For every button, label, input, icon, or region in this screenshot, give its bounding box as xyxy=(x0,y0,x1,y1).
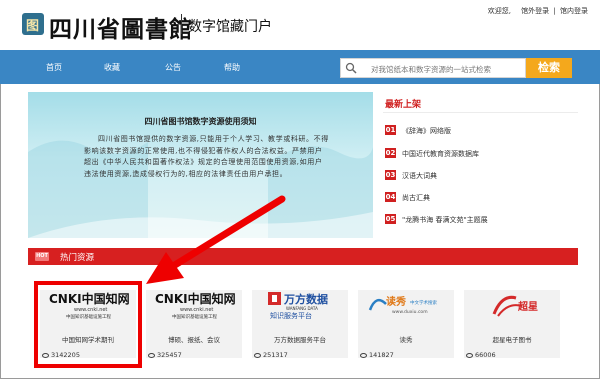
new-arrival-label: 尚古汇典 xyxy=(402,194,430,202)
item-number-badge: 05 xyxy=(385,214,396,224)
topbar-separator: | xyxy=(553,7,556,15)
resource-card-cnki-theses[interactable]: CNKI中国知网 www.cnki.net 中国知识基础设施工程 博硕、报纸、会… xyxy=(146,290,242,359)
resource-card-wanfang[interactable]: 万方数据 WANFANG DATA 知识服务平台 万方数据服务平台 251317 xyxy=(252,290,348,359)
cnki-logo-icon: CNKI中国知网 www.cnki.net 中国知识基础设施工程 xyxy=(155,291,236,320)
new-arrivals-divider xyxy=(383,112,578,113)
library-name[interactable]: 四川省圖書館 xyxy=(49,10,193,44)
item-number-badge: 02 xyxy=(385,148,396,158)
notice-title: 四川省图书馆数字资源使用须知 xyxy=(144,117,257,126)
top-user-bar: 欢迎您, 馆外登录 | 馆内登录 xyxy=(486,6,588,16)
highlight-box xyxy=(34,281,142,368)
external-login-link[interactable]: 馆外登录 xyxy=(521,7,549,15)
view-count: 141827 xyxy=(360,351,394,359)
item-number-badge: 01 xyxy=(385,125,396,135)
hot-resources-header: HOT 热门资源 xyxy=(28,248,578,265)
svg-text:WANFANG DATA: WANFANG DATA xyxy=(286,306,318,311)
nav-help[interactable]: 帮助 xyxy=(224,62,240,73)
new-arrival-label: 《辞海》网络版 xyxy=(402,127,451,135)
search-icon xyxy=(345,62,357,74)
header: 图 四川省圖書館 数字馆藏门户 欢迎您, 馆外登录 | 馆内登录 xyxy=(0,0,600,50)
resource-label: 万方数据服务平台 xyxy=(274,336,326,344)
new-arrivals-title: 最新上架 xyxy=(385,100,422,110)
duxiu-logo-icon: 读秀 中文学术搜索 www.duxiu.com xyxy=(368,295,437,315)
internal-login-link[interactable]: 馆内登录 xyxy=(560,7,588,15)
notice-body: 四川省图书馆提供的数字资源,只能用于个人学习、教学或科研。不得影响该数字资源的正… xyxy=(84,135,329,178)
usage-notice-banner: 四川省图书馆数字资源使用须知 四川省图书馆提供的数字资源,只能用于个人学习、教学… xyxy=(28,92,373,238)
resource-label: 博硕、报纸、会议 xyxy=(168,336,220,344)
hot-badge-icon: HOT xyxy=(35,252,49,261)
item-number-badge: 04 xyxy=(385,192,396,202)
svg-text:www.duxiu.com: www.duxiu.com xyxy=(392,309,428,315)
hot-resources-title: 热门资源 xyxy=(60,253,95,263)
portal-title: 数字馆藏门户 xyxy=(188,19,272,35)
resource-card-duxiu[interactable]: 读秀 中文学术搜索 www.duxiu.com 读秀 141827 xyxy=(358,290,454,359)
view-count: 325457 xyxy=(148,351,182,359)
svg-text:中国知识基础设施工程: 中国知识基础设施工程 xyxy=(172,313,217,320)
eye-icon xyxy=(148,352,155,358)
welcome-text: 欢迎您, xyxy=(487,7,511,15)
item-number-badge: 03 xyxy=(385,170,396,180)
svg-text:中文学术搜索: 中文学术搜索 xyxy=(410,299,437,306)
search-input[interactable]: 对我馆纸本和数字资源的一站式检索 xyxy=(340,58,526,78)
search-button[interactable]: 检索 xyxy=(526,58,572,78)
eye-icon xyxy=(254,352,261,358)
svg-text:CNKI中国知网: CNKI中国知网 xyxy=(155,291,236,306)
svg-text:万方数据: 万方数据 xyxy=(283,292,328,306)
resource-card-chaoxing[interactable]: 超星 超星电子图书 66006 xyxy=(464,290,560,359)
svg-text:知识服务平台: 知识服务平台 xyxy=(270,311,312,320)
svg-text:读秀: 读秀 xyxy=(386,295,406,308)
new-arrival-label: 汉语大词典 xyxy=(402,172,437,180)
svg-text:www.cnki.net: www.cnki.net xyxy=(180,307,213,313)
view-count: 66006 xyxy=(466,351,496,359)
resource-label: 读秀 xyxy=(399,336,413,344)
search-placeholder: 对我馆纸本和数字资源的一站式检索 xyxy=(371,65,491,74)
new-arrival-label: "龙腾书海 春满文苑"主题展 xyxy=(402,216,488,224)
eye-icon xyxy=(466,352,473,358)
nav-home[interactable]: 首页 xyxy=(46,62,62,73)
chaoxing-logo-icon: 超星 xyxy=(492,295,538,317)
logo-divider xyxy=(181,14,182,34)
svg-text:超星: 超星 xyxy=(517,300,538,313)
wanfang-logo-icon: 万方数据 WANFANG DATA 知识服务平台 xyxy=(268,292,328,320)
resource-label: 超星电子图书 xyxy=(492,336,532,344)
library-logo-icon[interactable]: 图 xyxy=(22,13,44,35)
new-arrival-label: 中国近代教育资源数据库 xyxy=(402,150,479,158)
nav-favorites[interactable]: 收藏 xyxy=(104,62,120,73)
eye-icon xyxy=(360,352,367,358)
nav-announcements[interactable]: 公告 xyxy=(165,62,181,73)
view-count: 251317 xyxy=(254,351,288,359)
